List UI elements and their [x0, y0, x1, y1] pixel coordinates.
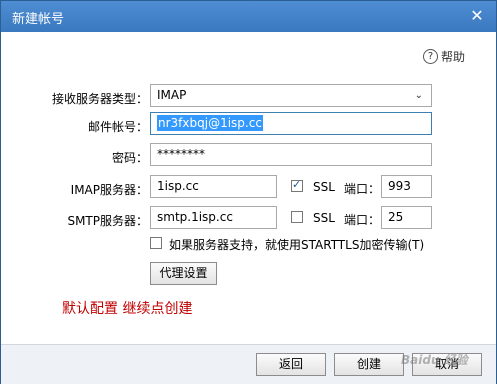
imap-ssl-checkbox[interactable]	[291, 178, 303, 192]
starttls-label: 如果服务器支持，就使用STARTTLS加密传输(T)	[169, 238, 425, 252]
close-icon[interactable]: ✕	[467, 6, 487, 26]
imap-ssl-label: SSL	[313, 180, 335, 194]
title-bar: 新建帐号 ✕	[1, 1, 496, 32]
account-value: nr3fxbqj@1isp.cc	[157, 115, 263, 131]
help-link[interactable]: ? 帮助	[422, 48, 465, 65]
imap-server-input[interactable]: 1isp.cc	[150, 175, 277, 198]
dialog-footer: 返回 创建 取消	[1, 344, 496, 384]
starttls-checkbox[interactable]	[150, 237, 162, 249]
imap-server-label: IMAP服务器：	[70, 183, 148, 197]
server-type-label: 接收服务器类型：	[51, 92, 148, 106]
smtp-port-input[interactable]: 25	[381, 206, 432, 229]
dialog-content: ? 帮助 接收服务器类型： IMAP ⌄ 邮件帐号： nr3fxbqj@1isp…	[1, 32, 496, 344]
password-label: 密码：	[111, 151, 148, 165]
server-type-select[interactable]: IMAP ⌄	[150, 84, 432, 107]
new-account-dialog: 新建帐号 ✕ ? 帮助 接收服务器类型： IMAP ⌄ 邮件帐号： nr3fxb…	[0, 0, 497, 384]
imap-port-input[interactable]: 993	[381, 175, 432, 198]
chevron-down-icon: ⌄	[414, 90, 423, 101]
back-button[interactable]: 返回	[256, 353, 326, 376]
smtp-server-value: smtp.1isp.cc	[157, 210, 233, 224]
smtp-server-label: SMTP服务器：	[67, 214, 148, 228]
server-type-value: IMAP	[157, 88, 187, 102]
smtp-ssl-label: SSL	[313, 211, 335, 225]
imap-server-value: 1isp.cc	[157, 179, 199, 193]
imap-port-value: 993	[388, 179, 411, 193]
account-input[interactable]: nr3fxbqj@1isp.cc	[150, 112, 432, 135]
cancel-button[interactable]: 取消	[412, 353, 482, 376]
password-value: ********	[157, 147, 205, 161]
proxy-settings-button[interactable]: 代理设置	[150, 262, 217, 285]
smtp-server-input[interactable]: smtp.1isp.cc	[150, 206, 277, 229]
smtp-ssl-checkbox[interactable]	[291, 211, 303, 223]
annotation-text: 默认配置 继续点创建	[62, 301, 193, 317]
dialog-title: 新建帐号	[12, 12, 65, 27]
account-label: 邮件帐号：	[87, 120, 148, 134]
smtp-port-value: 25	[388, 210, 404, 224]
help-label: 帮助	[440, 50, 465, 64]
create-button[interactable]: 创建	[334, 353, 404, 376]
password-input[interactable]: ********	[150, 143, 432, 166]
smtp-port-label: 端口：	[344, 213, 381, 227]
help-icon: ?	[422, 49, 438, 64]
imap-port-label: 端口：	[344, 182, 381, 196]
